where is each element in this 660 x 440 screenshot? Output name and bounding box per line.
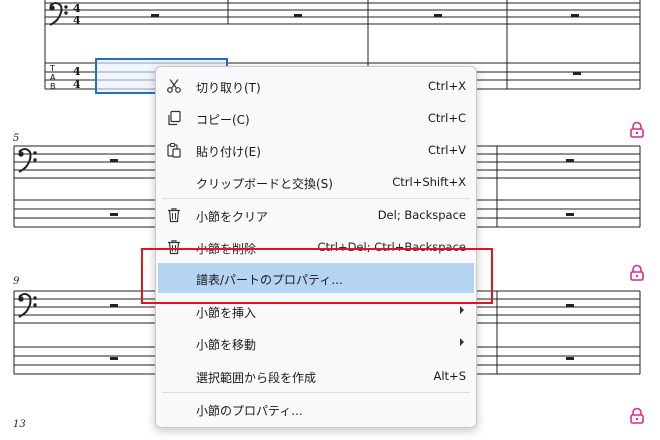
menu-item-label: 小節をクリア [196, 210, 269, 224]
menu-item-shortcut: Ctrl+C [427, 111, 466, 125]
menu-item-label: 切り取り(T) [196, 81, 261, 95]
menu-item-label: 小節のプロパティ... [196, 404, 303, 418]
menu-item-shortcut: Alt+S [433, 369, 466, 383]
copy-icon [168, 110, 181, 126]
tab-time-signature: 4 [73, 65, 81, 78]
menu-item-label: 貼り付け(E) [196, 145, 261, 159]
menu-separator [162, 392, 470, 393]
lock-icon[interactable] [628, 407, 646, 425]
measure-number: 9 [13, 276, 20, 287]
menu-item-label: 小節を挿入 [196, 306, 257, 320]
menu-item-paste[interactable]: 貼り付け(E) Ctrl+V [158, 135, 474, 165]
menu-item-cut[interactable]: 切り取り(T) Ctrl+X [158, 71, 474, 101]
time-signature: 4 [73, 14, 81, 27]
lock-icon[interactable] [628, 264, 646, 282]
menu-item-label: コピー(C) [196, 113, 250, 127]
bass-clef-icon [18, 148, 37, 173]
menu-item-shortcut: Ctrl+X [428, 79, 466, 93]
measure-number: 13 [13, 419, 26, 430]
submenu-arrow-icon [460, 306, 464, 314]
bass-clef-icon [18, 293, 37, 318]
trash-icon [168, 208, 180, 223]
paste-icon [167, 142, 181, 158]
tab-clef-label: TAB [49, 64, 56, 91]
menu-item-move-measures[interactable]: 小節を移動 [158, 328, 474, 358]
measure-number: 5 [13, 133, 20, 144]
menu-item-swap-clipboard[interactable]: クリップボードと交換(S) Ctrl+Shift+X [158, 167, 474, 197]
menu-item-label: クリップボードと交換(S) [196, 177, 333, 191]
menu-item-shortcut: Del; Backspace [377, 208, 466, 222]
menu-separator [162, 198, 470, 199]
lock-icon[interactable] [628, 121, 646, 139]
menu-item-copy[interactable]: コピー(C) Ctrl+C [158, 103, 474, 133]
context-menu: 切り取り(T) Ctrl+X コピー(C) Ctrl+C 貼り付け(E) Ctr… [155, 66, 477, 428]
menu-item-measure-properties[interactable]: 小節のプロパティ... [158, 394, 474, 424]
menu-item-create-system-from-selection[interactable]: 選択範囲から段を作成 Alt+S [158, 361, 474, 391]
scissors-icon [167, 79, 181, 93]
highlight-annotation-box [141, 248, 493, 304]
menu-item-label: 小節を移動 [196, 338, 257, 352]
tab-time-signature: 4 [73, 78, 81, 91]
menu-item-label: 選択範囲から段を作成 [196, 371, 317, 385]
menu-item-shortcut: Ctrl+Shift+X [392, 175, 466, 189]
bass-clef-icon [49, 2, 68, 26]
submenu-arrow-icon [460, 338, 464, 346]
menu-item-clear-measure[interactable]: 小節をクリア Del; Backspace [158, 200, 474, 230]
menu-item-shortcut: Ctrl+V [428, 143, 466, 157]
